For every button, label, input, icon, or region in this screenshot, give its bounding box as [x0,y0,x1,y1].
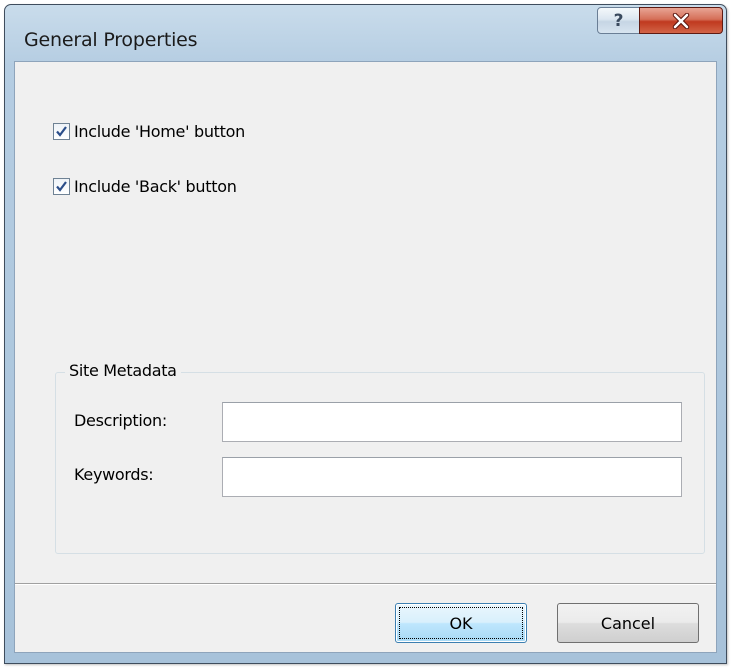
ok-button-label: OK [449,613,473,633]
checkmark-icon [56,126,67,137]
dialog-body: Include 'Home' button Include 'Back' but… [14,61,717,653]
description-label: Description: [74,411,167,430]
button-divider [15,583,716,585]
site-metadata-legend: Site Metadata [65,361,181,380]
help-button[interactable]: ? [597,7,640,34]
close-icon [672,12,690,29]
keywords-label: Keywords: [74,465,154,484]
dialog-window: General Properties ? Include 'Home' butt… [4,4,727,664]
include-home-option[interactable]: Include 'Home' button [53,122,245,141]
include-back-option[interactable]: Include 'Back' button [53,177,237,196]
include-home-label[interactable]: Include 'Home' button [74,122,245,141]
title-bar[interactable]: General Properties ? [5,5,726,61]
ok-button[interactable]: OK [395,603,527,643]
help-icon: ? [613,10,624,31]
cancel-button[interactable]: Cancel [557,603,699,643]
dialog-title: General Properties [24,29,198,51]
cancel-button-label: Cancel [600,613,656,633]
include-home-checkbox[interactable] [53,123,70,140]
description-input[interactable] [222,402,682,442]
checkmark-icon [56,181,67,192]
keywords-input[interactable] [222,457,682,497]
site-metadata-group: Site Metadata Description: Keywords: [55,361,705,554]
include-back-checkbox[interactable] [53,178,70,195]
include-back-label[interactable]: Include 'Back' button [74,177,237,196]
close-button[interactable] [639,7,723,34]
